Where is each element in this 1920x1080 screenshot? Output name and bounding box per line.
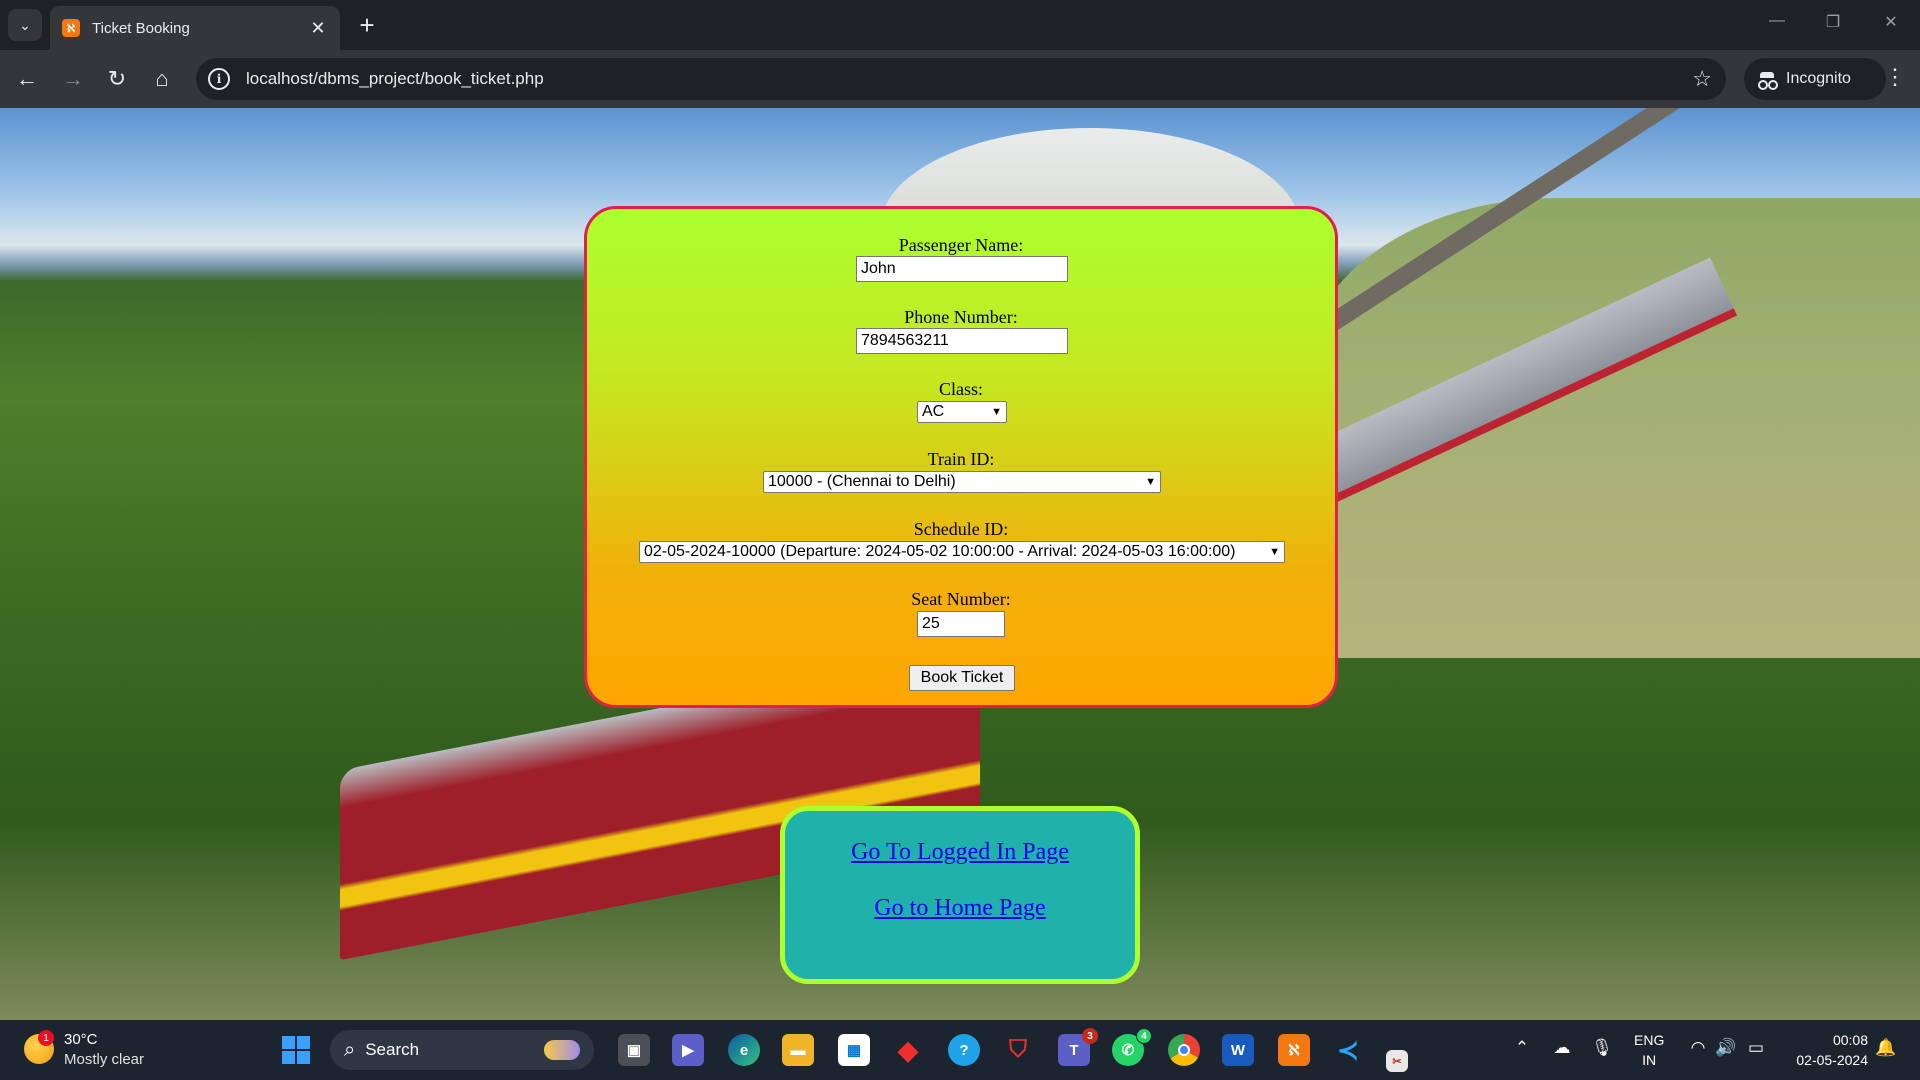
clock-time: 00:08 — [1832, 1032, 1868, 1048]
browser-menu-icon[interactable]: ⋮ — [1880, 64, 1910, 90]
start-logo-tile — [297, 1036, 310, 1049]
tab-title: Ticket Booking — [92, 19, 190, 37]
weather-notification-badge: 1 — [38, 1030, 54, 1046]
schedule-id-select[interactable]: 02-05-2024-10000 (Departure: 2024-05-02 … — [639, 541, 1285, 563]
taskbar-search-box[interactable]: ⌕ Search — [330, 1030, 594, 1070]
class-select[interactable]: AC ▼ — [917, 401, 1007, 423]
language-code: ENG — [1634, 1032, 1665, 1048]
word-icon[interactable]: W — [1222, 1034, 1254, 1066]
incognito-icon — [1758, 72, 1776, 90]
tab-search-button[interactable]: ⌄ — [8, 9, 42, 41]
passenger-name-label: Passenger Name: — [898, 235, 1024, 255]
start-logo-tile — [282, 1036, 295, 1049]
search-icon: ⌕ — [344, 1038, 356, 1061]
mcafee-shield-icon[interactable]: ⛉ — [1002, 1034, 1034, 1066]
home-button[interactable]: ⌂ — [147, 64, 177, 94]
home-page-link[interactable]: Go to Home Page — [785, 895, 1135, 922]
forward-button[interactable]: → — [58, 64, 88, 94]
windows-start-button[interactable] — [282, 1036, 310, 1064]
new-tab-button[interactable]: + — [352, 10, 382, 40]
notification-bell-icon[interactable]: 🔔 — [1874, 1038, 1898, 1058]
minimize-window-button[interactable]: — — [1762, 12, 1792, 30]
help-app-icon[interactable]: ? — [948, 1034, 980, 1066]
active-tab[interactable]: ℵ Ticket Booking ✕ — [50, 6, 340, 50]
volume-icon[interactable]: 🔊 — [1714, 1038, 1738, 1058]
url-text[interactable]: localhost/dbms_project/book_ticket.php — [246, 69, 1692, 89]
task-view-icon[interactable]: ▣ — [618, 1034, 650, 1066]
address-bar[interactable]: i localhost/dbms_project/book_ticket.php… — [196, 58, 1726, 100]
onedrive-cloud-icon[interactable]: ☁ — [1550, 1038, 1574, 1058]
logged-in-page-link[interactable]: Go To Logged In Page — [785, 839, 1135, 866]
teams-notification-badge: 3 — [1082, 1028, 1098, 1044]
edge-browser-icon[interactable]: e — [728, 1034, 760, 1066]
whatsapp-icon[interactable]: ✆ 4 — [1112, 1028, 1152, 1066]
anydesk-icon[interactable]: ◆ — [892, 1034, 924, 1066]
site-info-icon[interactable]: i — [208, 68, 230, 90]
xampp-favicon-icon: ℵ — [62, 19, 80, 37]
bookmark-star-icon[interactable]: ☆ — [1692, 66, 1712, 92]
chevron-down-icon: ▼ — [1145, 476, 1156, 488]
weather-description[interactable]: Mostly clear — [64, 1051, 144, 1068]
book-ticket-button[interactable]: Book Ticket — [909, 665, 1015, 691]
chevron-down-icon: ▼ — [991, 406, 1002, 418]
train-id-label: Train ID: — [927, 449, 995, 469]
train-id-select-value: 10000 - (Chennai to Delhi) — [768, 473, 956, 490]
chevron-down-icon: ⌄ — [19, 16, 31, 33]
input-language-indicator[interactable]: ENG IN — [1634, 1030, 1664, 1070]
ticket-booking-form: Passenger Name: John Phone Number: 78945… — [584, 206, 1338, 708]
weather-temperature[interactable]: 30°C — [64, 1031, 98, 1048]
close-tab-icon[interactable]: ✕ — [308, 18, 328, 39]
navigation-links-box: Go To Logged In Page Go to Home Page — [780, 806, 1140, 984]
train-id-select[interactable]: 10000 - (Chennai to Delhi) ▼ — [763, 471, 1161, 493]
browser-toolbar: ← → ↻ ⌂ i localhost/dbms_project/book_ti… — [0, 50, 1920, 108]
windows-taskbar: 1 30°C Mostly clear ⌕ Search ▣ ▶ e ▬ ▦ ◆… — [0, 1020, 1920, 1080]
chrome-center-icon — [1178, 1044, 1190, 1056]
teams-new-icon[interactable]: T 3 — [1058, 1028, 1098, 1066]
schedule-id-select-value: 02-05-2024-10000 (Departure: 2024-05-02 … — [644, 543, 1236, 560]
chevron-down-icon: ▼ — [1269, 546, 1280, 558]
phone-number-label: Phone Number: — [904, 307, 1018, 327]
start-logo-tile — [297, 1051, 310, 1064]
clock-date: 02-05-2024 — [1796, 1052, 1868, 1068]
teams-chat-icon[interactable]: ▶ — [672, 1034, 704, 1066]
reload-button[interactable]: ↻ — [102, 64, 132, 94]
microsoft-store-icon[interactable]: ▦ — [838, 1034, 870, 1066]
whatsapp-notification-badge: 4 — [1136, 1028, 1152, 1044]
wifi-icon[interactable]: ◠ — [1686, 1038, 1710, 1058]
show-hidden-icons-chevron-icon[interactable]: ⌃ — [1510, 1038, 1534, 1058]
xampp-icon[interactable]: ℵ — [1278, 1034, 1310, 1066]
start-logo-tile — [282, 1051, 295, 1064]
class-select-value: AC — [922, 403, 945, 420]
incognito-label: Incognito — [1786, 70, 1851, 87]
taskbar-search-label: Search — [365, 1040, 420, 1059]
browser-tab-strip: ⌄ ℵ Ticket Booking ✕ + — ❐ ✕ — [0, 0, 1920, 50]
region-code: IN — [1642, 1052, 1657, 1068]
seat-number-input[interactable]: 25 — [917, 611, 1005, 637]
restore-window-button[interactable]: ❐ — [1818, 12, 1848, 32]
incognito-profile-button[interactable]: Incognito — [1744, 58, 1886, 100]
passenger-name-input[interactable]: John — [856, 256, 1068, 282]
search-highlight-icon — [544, 1040, 580, 1060]
class-label: Class: — [938, 379, 983, 399]
seat-number-label: Seat Number: — [911, 589, 1011, 609]
back-button[interactable]: ← — [12, 64, 42, 94]
vscode-icon[interactable]: ≺ — [1332, 1034, 1364, 1066]
page-viewport: Passenger Name: John Phone Number: 78945… — [0, 108, 1920, 1020]
battery-icon[interactable]: ▭ — [1744, 1038, 1768, 1058]
microphone-icon[interactable]: 🎙 — [1590, 1038, 1614, 1058]
phone-number-input[interactable]: 7894563211 — [856, 328, 1068, 354]
snipping-tool-icon[interactable]: ✂ — [1386, 1050, 1408, 1072]
close-window-button[interactable]: ✕ — [1876, 12, 1906, 32]
system-clock[interactable]: 00:08 02-05-2024 — [1784, 1030, 1868, 1070]
file-explorer-icon[interactable]: ▬ — [782, 1034, 814, 1066]
schedule-id-label: Schedule ID: — [913, 519, 1009, 539]
chrome-icon[interactable] — [1168, 1034, 1200, 1066]
